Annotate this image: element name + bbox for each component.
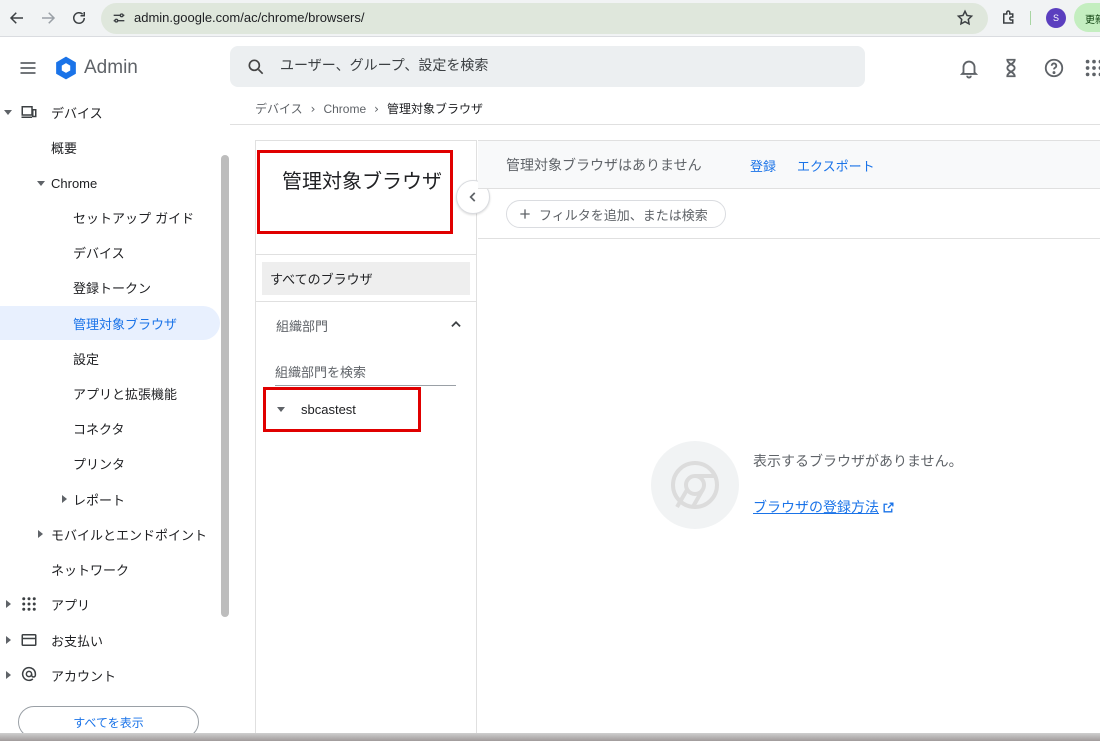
sidebar-item-overview[interactable]: 概要 (0, 130, 220, 164)
header-divider (230, 124, 1100, 125)
address-bar[interactable]: admin.google.com/ac/chrome/browsers/ (101, 3, 988, 34)
expand-arrow-icon (6, 600, 11, 608)
extensions-icon[interactable] (1000, 8, 1018, 26)
expand-arrow-icon (6, 636, 11, 644)
sidebar-item-reports[interactable]: レポート (0, 482, 220, 516)
admin-logo-icon (56, 56, 76, 80)
external-link-icon (883, 501, 894, 513)
sidebar-item-printers[interactable]: プリンタ (0, 446, 220, 480)
notifications-bell-icon[interactable] (958, 57, 980, 79)
sidebar-item-connectors[interactable]: コネクタ (0, 411, 220, 445)
panel-divider (256, 301, 476, 302)
sidebar-scrollbar[interactable] (221, 155, 229, 617)
expand-arrow-icon (4, 110, 12, 115)
sidebar-label: 概要 (51, 141, 78, 157)
how-to-register-link[interactable]: ブラウザの登録方法 (753, 497, 895, 517)
sidebar-label: コネクタ (73, 422, 125, 438)
sidebar-item-enrollment-tokens[interactable]: 登録トークン (0, 270, 220, 304)
tasks-hourglass-icon[interactable] (1000, 57, 1022, 79)
breadcrumb-separator-icon: › (310, 101, 316, 116)
org-units-label: 組織部門 (276, 320, 329, 335)
plus-icon (520, 209, 530, 219)
global-search[interactable] (230, 46, 865, 87)
search-input[interactable] (280, 55, 840, 77)
org-unit-root[interactable]: sbcastest (301, 402, 356, 417)
toolbar-divider (478, 238, 1100, 239)
sidebar-label: 登録トークン (73, 281, 152, 297)
breadcrumb-separator-icon: › (374, 101, 379, 116)
sidebar-item-managed-browsers[interactable]: 管理対象ブラウザ (0, 306, 220, 340)
sidebar-item-settings[interactable]: 設定 (0, 341, 220, 375)
sidebar-label: 管理対象ブラウザ (73, 317, 178, 333)
back-icon[interactable] (5, 6, 29, 30)
sidebar-item-chrome-devices[interactable]: デバイス (0, 235, 220, 269)
sidebar-item-billing[interactable]: お支払い (0, 623, 220, 657)
apps-grid-icon (22, 597, 36, 611)
breadcrumb-devices[interactable]: デバイス (255, 100, 303, 117)
sidebar-item-mobile-endpoints[interactable]: モバイルとエンドポイント (0, 517, 220, 551)
profile-avatar[interactable]: S (1046, 8, 1066, 28)
expand-arrow-icon (38, 530, 43, 538)
bookmark-star-icon[interactable] (956, 9, 974, 27)
sidebar-label: モバイルとエンドポイント (51, 528, 208, 544)
sidebar-label: 設定 (73, 352, 100, 368)
register-link[interactable]: 登録 (750, 156, 776, 175)
at-sign-icon (21, 666, 37, 682)
forward-icon[interactable] (36, 6, 60, 30)
credit-card-icon (21, 634, 37, 646)
sidebar-item-devices[interactable]: デバイス (0, 95, 220, 129)
window-bottom-edge (0, 733, 1100, 741)
devices-icon (21, 106, 37, 118)
reload-icon[interactable] (67, 6, 91, 30)
expand-arrow-icon (62, 495, 67, 503)
sidebar-label: ネットワーク (51, 563, 130, 579)
sidebar-item-apps[interactable]: アプリ (0, 587, 220, 621)
sidebar-label: アカウント (51, 669, 117, 685)
sidebar-label: セットアップ ガイド (73, 211, 195, 227)
sidebar-item-account[interactable]: アカウント (0, 658, 220, 692)
tree-expand-icon[interactable] (277, 407, 285, 412)
breadcrumb-current: 管理対象ブラウザ (386, 102, 483, 116)
sidebar-item-apps-extensions[interactable]: アプリと拡張機能 (0, 376, 220, 410)
sidebar-label: デバイス (51, 106, 103, 122)
admin-app-name: Admin (84, 57, 138, 78)
sidebar-nav: デバイス 概要 Chrome セットアップ ガイド デバイス 登録トークン 管理… (0, 93, 230, 741)
export-link[interactable]: エクスポート (797, 156, 875, 175)
breadcrumb-chrome[interactable]: Chrome (323, 102, 366, 116)
browser-toolbar: admin.google.com/ac/chrome/browsers/ S 更… (0, 0, 1100, 37)
filter-placeholder: フィルタを追加、または検索 (539, 208, 708, 224)
how-to-register-label: ブラウザの登録方法 (753, 500, 879, 516)
sidebar-label: Chrome (51, 175, 98, 191)
sidebar-label: アプリと拡張機能 (73, 387, 178, 403)
main-menu-icon[interactable] (18, 58, 38, 78)
sidebar-label: アプリ (51, 598, 91, 614)
apps-grid-icon[interactable] (1083, 57, 1100, 79)
search-icon (248, 59, 264, 75)
sidebar-item-setup-guide[interactable]: セットアップ ガイド (0, 200, 220, 234)
breadcrumb: デバイス › Chrome › 管理対象ブラウザ (255, 100, 483, 117)
sidebar-item-chrome[interactable]: Chrome (0, 166, 220, 200)
page-title: 管理対象ブラウザ (282, 169, 442, 193)
sidebar-label: プリンタ (73, 457, 126, 473)
url-text: admin.google.com/ac/chrome/browsers/ (134, 10, 365, 25)
chrome-logo-icon (651, 441, 739, 529)
help-icon[interactable] (1043, 57, 1065, 79)
empty-state-message: 表示するブラウザがありません。 (753, 454, 963, 470)
expand-arrow-icon (37, 181, 45, 186)
sidebar-label: デバイス (73, 246, 125, 262)
chevron-up-icon[interactable] (449, 317, 463, 331)
filter-search-chip[interactable]: フィルタを追加、または検索 (506, 200, 726, 228)
update-button[interactable]: 更新 (1074, 3, 1100, 32)
chevron-left-icon (469, 192, 476, 202)
toolbar-separator (1030, 11, 1031, 25)
site-settings-icon[interactable] (111, 10, 127, 26)
browser-count-text: 管理対象ブラウザはありません (506, 158, 702, 174)
sidebar-label: レポート (73, 493, 126, 509)
sidebar-label: お支払い (51, 634, 104, 650)
expand-arrow-icon (6, 671, 11, 679)
all-browsers-item[interactable]: すべてのブラウザ (262, 262, 470, 295)
sidebar-item-network[interactable]: ネットワーク (0, 552, 220, 586)
org-unit-search-input[interactable] (275, 362, 456, 386)
panel-divider (256, 254, 476, 255)
